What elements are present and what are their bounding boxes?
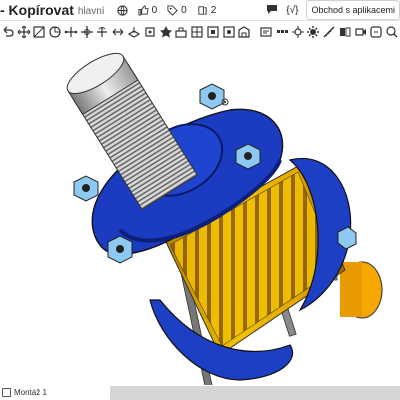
explode-icon[interactable] xyxy=(290,24,306,40)
undo-icon[interactable] xyxy=(0,24,16,40)
slider-mate-icon[interactable] xyxy=(110,24,126,40)
measure-icon[interactable] xyxy=(321,24,337,40)
planar-mate-icon[interactable] xyxy=(126,24,142,40)
app-store-button[interactable]: Obchod s aplikacemi xyxy=(306,0,400,20)
assembly-icon xyxy=(2,387,11,397)
tab-label: Montáž 1 xyxy=(14,387,47,397)
tag-icon xyxy=(167,4,178,16)
replicate-icon[interactable] xyxy=(47,24,63,40)
comment-icon[interactable] xyxy=(266,3,278,18)
hex-nut[interactable] xyxy=(107,235,133,264)
thumbs-up-icon xyxy=(138,4,149,16)
revolute-mate-icon[interactable] xyxy=(95,24,111,40)
tab-assembly[interactable]: Montáž 1 xyxy=(2,386,47,398)
pattern-icon[interactable] xyxy=(63,24,79,40)
header-right-tools: {√} Obchod s aplikacemi xyxy=(266,0,400,20)
globe-icon[interactable] xyxy=(116,4,128,16)
graphics-viewport[interactable] xyxy=(0,43,400,385)
like-count: 0 xyxy=(151,4,158,16)
versions-icon xyxy=(198,5,207,15)
comment-count: 0 xyxy=(181,4,187,16)
named-view-icon[interactable] xyxy=(353,24,369,40)
document-title[interactable]: - Kopírovat xyxy=(0,2,74,18)
variables-icon[interactable]: {√} xyxy=(286,5,298,16)
insert-part-icon[interactable] xyxy=(258,24,274,40)
transform-icon[interactable] xyxy=(32,24,48,40)
title-bar: - Kopírovat hlavní 0 0 2 {√} Obchod s ap… xyxy=(0,0,400,20)
like-stat[interactable]: 0 xyxy=(138,4,158,16)
hex-nut[interactable] xyxy=(73,175,99,202)
document-stats: 0 0 2 xyxy=(116,4,217,16)
linear-pattern-icon[interactable] xyxy=(274,24,290,40)
toolbar xyxy=(0,20,400,44)
branch-label[interactable]: hlavní xyxy=(78,6,105,17)
version-stat[interactable]: 2 xyxy=(197,4,217,16)
version-count: 2 xyxy=(210,4,217,16)
mate-connector-icon[interactable] xyxy=(173,24,189,40)
cylindrical-mate-icon[interactable] xyxy=(142,24,158,40)
gear-icon[interactable] xyxy=(305,24,321,40)
ball-mate-icon[interactable] xyxy=(158,24,174,40)
section-view-icon[interactable] xyxy=(337,24,353,40)
tab-scrollbar[interactable] xyxy=(110,386,400,400)
fastened-mate-icon[interactable] xyxy=(79,24,95,40)
assembly-model[interactable] xyxy=(0,43,400,385)
comment-stat[interactable]: 0 xyxy=(167,5,187,16)
render-icon[interactable] xyxy=(384,24,400,40)
gear-relation-icon[interactable] xyxy=(221,24,237,40)
move-icon[interactable] xyxy=(16,24,32,40)
origin-icon xyxy=(221,98,229,106)
display-states-icon[interactable] xyxy=(369,24,385,40)
rack-pinion-icon[interactable] xyxy=(236,24,252,40)
relation-icon[interactable] xyxy=(205,24,221,40)
hex-nut[interactable] xyxy=(235,143,261,170)
group-icon[interactable] xyxy=(189,24,205,40)
